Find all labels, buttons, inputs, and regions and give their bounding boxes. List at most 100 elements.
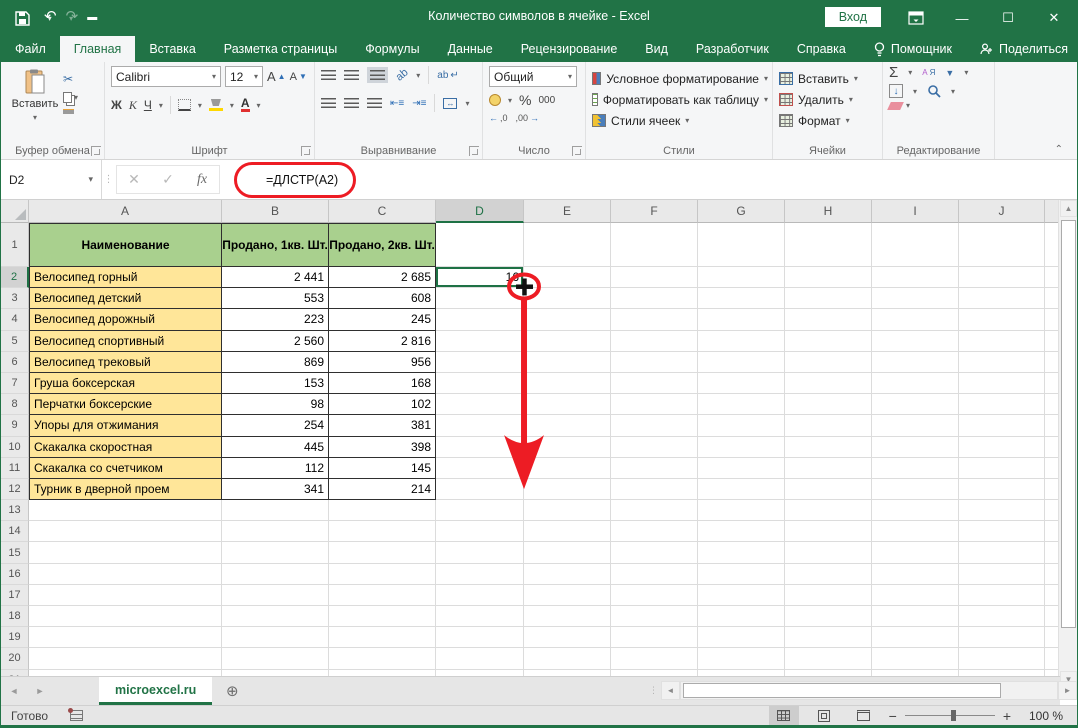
cell-F12[interactable] xyxy=(611,479,698,500)
column-header-D[interactable]: D xyxy=(436,200,524,223)
cell-F3[interactable] xyxy=(611,288,698,309)
cell-E8[interactable] xyxy=(524,394,611,415)
merge-center-icon[interactable]: ↔ xyxy=(443,98,457,109)
cell-H2[interactable] xyxy=(785,267,872,288)
column-header-E[interactable]: E xyxy=(524,200,611,223)
cell-G16[interactable] xyxy=(698,564,785,585)
cell-H17[interactable] xyxy=(785,585,872,606)
cell-E15[interactable] xyxy=(524,542,611,563)
dialog-launcher-icon[interactable] xyxy=(91,146,101,156)
cell-F2[interactable] xyxy=(611,267,698,288)
cell-C4[interactable]: 245 xyxy=(329,309,436,330)
cell-F10[interactable] xyxy=(611,437,698,458)
bold-icon[interactable]: Ж xyxy=(111,98,122,112)
cell-D1[interactable] xyxy=(436,223,524,267)
cell-J7[interactable] xyxy=(959,373,1045,394)
column-header-B[interactable]: B xyxy=(222,200,329,223)
tab-вид[interactable]: Вид xyxy=(631,36,682,62)
cell-G7[interactable] xyxy=(698,373,785,394)
normal-view-button[interactable] xyxy=(769,706,799,725)
cell-B13[interactable] xyxy=(222,500,329,521)
cell-H3[interactable] xyxy=(785,288,872,309)
cell-I18[interactable] xyxy=(872,606,959,627)
cell-B12[interactable]: 341 xyxy=(222,479,329,500)
cell-I4[interactable] xyxy=(872,309,959,330)
cell-I2[interactable] xyxy=(872,267,959,288)
cell-C1[interactable]: Продано, 2кв. Шт. xyxy=(329,223,436,267)
column-header-G[interactable]: G xyxy=(698,200,785,223)
cell-B10[interactable]: 445 xyxy=(222,437,329,458)
cell-F11[interactable] xyxy=(611,458,698,479)
cell-A5[interactable]: Велосипед спортивный xyxy=(29,331,222,352)
cell-F13[interactable] xyxy=(611,500,698,521)
page-layout-view-button[interactable] xyxy=(809,706,839,725)
maximize-icon[interactable]: ☐ xyxy=(985,0,1031,36)
orientation-icon[interactable]: ab xyxy=(394,66,411,83)
cell-I7[interactable] xyxy=(872,373,959,394)
cell-J14[interactable] xyxy=(959,521,1045,542)
cell-I15[interactable] xyxy=(872,542,959,563)
number-format-combo[interactable]: Общий▾ xyxy=(489,66,577,87)
row-header-9[interactable]: 9 xyxy=(1,415,29,436)
dialog-launcher-icon[interactable] xyxy=(469,146,479,156)
format-painter-icon[interactable] xyxy=(63,109,78,114)
zoom-level[interactable]: 100 % xyxy=(1021,709,1063,723)
cell-G14[interactable] xyxy=(698,521,785,542)
cell-C20[interactable] xyxy=(329,648,436,669)
row-header-18[interactable]: 18 xyxy=(1,606,29,627)
cell-H19[interactable] xyxy=(785,627,872,648)
cell-G18[interactable] xyxy=(698,606,785,627)
cell-D10[interactable] xyxy=(436,437,524,458)
zoom-out-icon[interactable]: − xyxy=(889,708,897,724)
cell-B15[interactable] xyxy=(222,542,329,563)
row-header-11[interactable]: 11 xyxy=(1,458,29,479)
cell-I9[interactable] xyxy=(872,415,959,436)
sheet-nav-left-icon[interactable]: ◄ xyxy=(1,677,27,705)
borders-icon[interactable] xyxy=(178,99,191,111)
cell-D7[interactable] xyxy=(436,373,524,394)
cell-C5[interactable]: 2 816 xyxy=(329,331,436,352)
row-header-15[interactable]: 15 xyxy=(1,542,29,563)
cell-A20[interactable] xyxy=(29,648,222,669)
align-left-icon[interactable] xyxy=(321,98,336,108)
cell-G19[interactable] xyxy=(698,627,785,648)
align-top-icon[interactable] xyxy=(321,70,336,80)
cell-E9[interactable] xyxy=(524,415,611,436)
cell-H16[interactable] xyxy=(785,564,872,585)
cell-B20[interactable] xyxy=(222,648,329,669)
find-select-icon[interactable] xyxy=(927,84,941,98)
cell-I8[interactable] xyxy=(872,394,959,415)
cell-D9[interactable] xyxy=(436,415,524,436)
cell-J3[interactable] xyxy=(959,288,1045,309)
styles-item-2[interactable]: Стили ячеек▾ xyxy=(592,110,768,131)
cell-I14[interactable] xyxy=(872,521,959,542)
row-header-1[interactable]: 1 xyxy=(1,223,29,267)
cell-A17[interactable] xyxy=(29,585,222,606)
cell-B14[interactable] xyxy=(222,521,329,542)
align-middle-icon[interactable] xyxy=(344,70,359,80)
tab-данные[interactable]: Данные xyxy=(434,36,507,62)
tab-разработчик[interactable]: Разработчик xyxy=(682,36,783,62)
cell-E12[interactable] xyxy=(524,479,611,500)
cell-F17[interactable] xyxy=(611,585,698,606)
row-header-4[interactable]: 4 xyxy=(1,309,29,330)
cell-I10[interactable] xyxy=(872,437,959,458)
scroll-right-icon[interactable]: ► xyxy=(1058,681,1077,700)
cell-D12[interactable] xyxy=(436,479,524,500)
minimize-icon[interactable]: — xyxy=(939,0,985,36)
styles-item-0[interactable]: Условное форматирование▾ xyxy=(592,68,768,89)
cell-F20[interactable] xyxy=(611,648,698,669)
row-header-8[interactable]: 8 xyxy=(1,394,29,415)
tab-разметка-страницы[interactable]: Разметка страницы xyxy=(210,36,351,62)
cell-D2[interactable]: 16 xyxy=(436,267,524,288)
cell-H8[interactable] xyxy=(785,394,872,415)
cell-D6[interactable] xyxy=(436,352,524,373)
cell-B17[interactable] xyxy=(222,585,329,606)
cell-F16[interactable] xyxy=(611,564,698,585)
cell-E18[interactable] xyxy=(524,606,611,627)
row-header-7[interactable]: 7 xyxy=(1,373,29,394)
zoom-in-icon[interactable]: + xyxy=(1003,708,1011,724)
cell-I12[interactable] xyxy=(872,479,959,500)
cell-H14[interactable] xyxy=(785,521,872,542)
percent-style-icon[interactable]: % xyxy=(519,92,531,108)
